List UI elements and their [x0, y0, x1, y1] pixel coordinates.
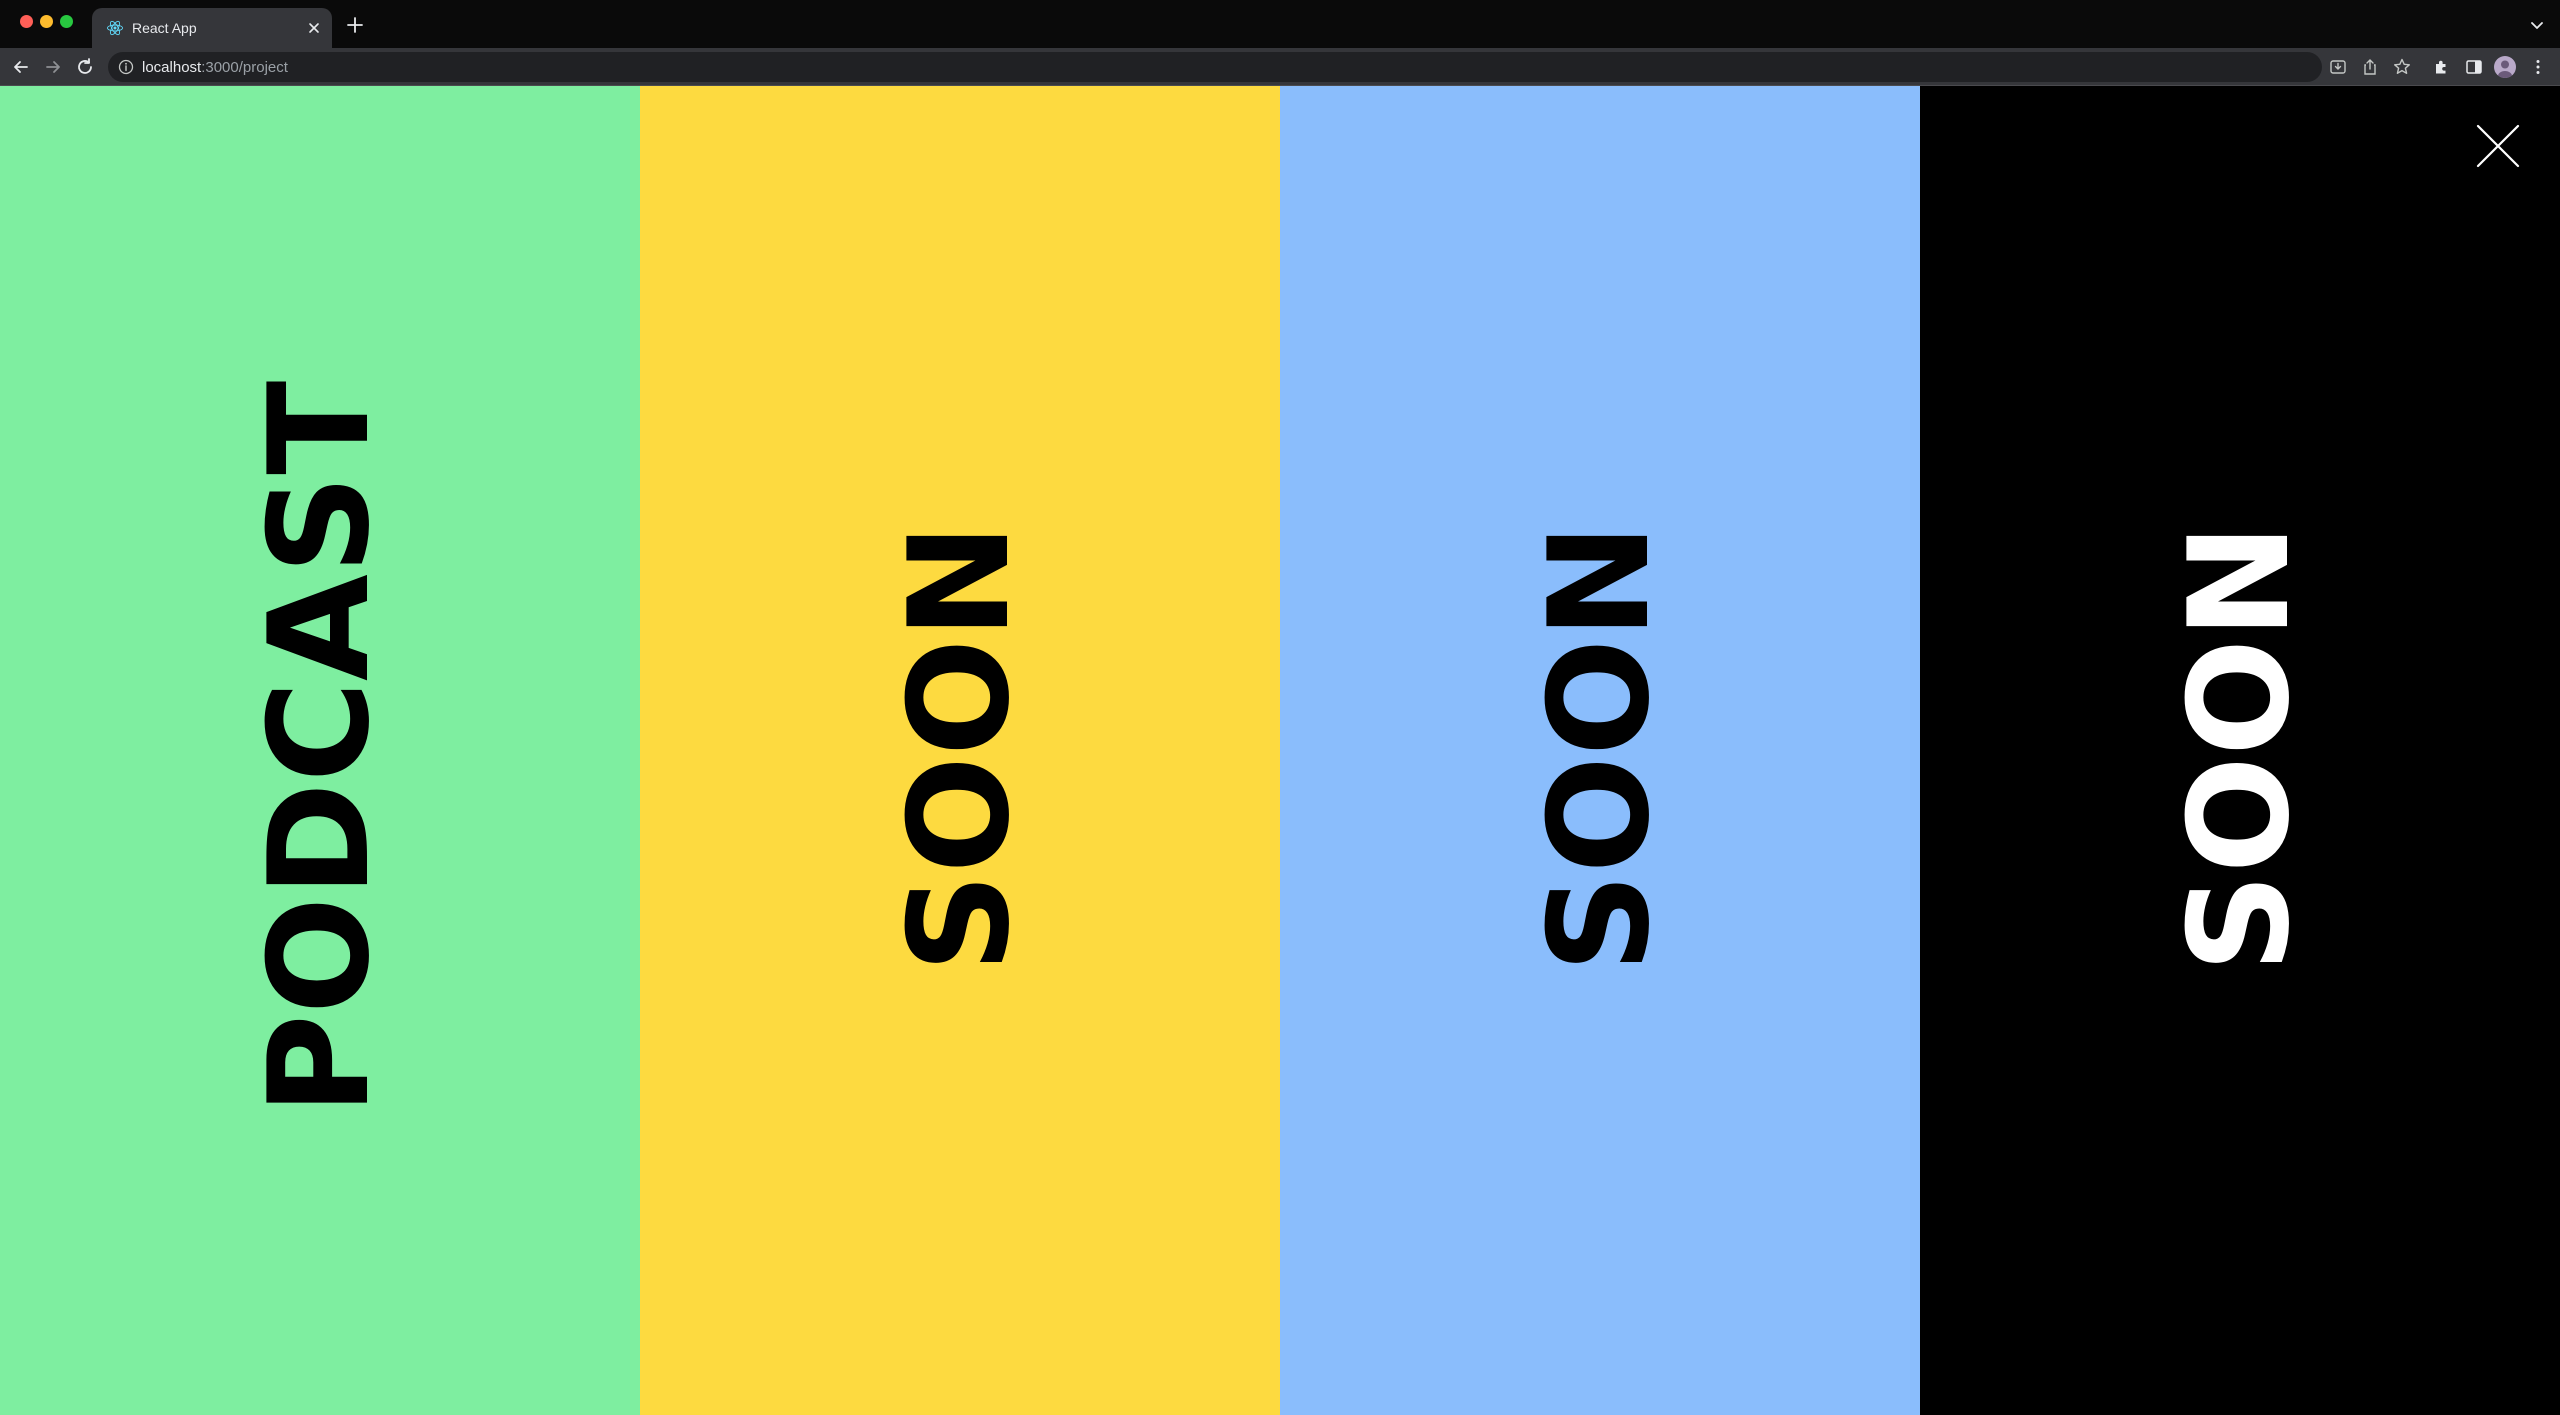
project-panel-podcast[interactable]: PODCAST [0, 86, 640, 1415]
share-icon[interactable] [2360, 57, 2380, 77]
forward-arrow-icon[interactable] [42, 56, 64, 78]
tab-title: React App [132, 20, 197, 36]
side-panel-icon[interactable] [2464, 57, 2484, 77]
project-panel-soon-3[interactable]: SOON [1920, 86, 2560, 1415]
window-minimize-button[interactable] [40, 15, 53, 28]
reload-icon[interactable] [74, 56, 96, 78]
tab-close-icon[interactable] [304, 18, 324, 38]
extensions-icon[interactable] [2432, 57, 2452, 77]
info-icon[interactable] [118, 59, 134, 75]
url-host: localhost [142, 59, 202, 76]
url-path: :3000/project [201, 59, 288, 76]
kebab-menu-icon[interactable] [2528, 57, 2548, 77]
browser-tab[interactable]: React App [92, 8, 332, 48]
react-favicon-icon [107, 20, 123, 36]
install-icon[interactable] [2328, 57, 2348, 77]
avatar[interactable] [2494, 56, 2516, 78]
panel-label: SOON [879, 523, 1040, 973]
chevron-down-icon[interactable] [2526, 14, 2548, 36]
window-zoom-button[interactable] [60, 15, 73, 28]
browser-titlebar: React App [0, 0, 2560, 48]
panel-label: PODCAST [239, 380, 400, 1116]
panel-label: SOON [1519, 523, 1680, 973]
browser-toolbar: localhost:3000/project [0, 48, 2560, 86]
back-arrow-icon[interactable] [10, 56, 32, 78]
window-close-button[interactable] [20, 15, 33, 28]
close-icon[interactable] [2474, 122, 2522, 170]
new-tab-plus-icon[interactable] [344, 14, 366, 36]
project-panel-soon-1[interactable]: SOON [640, 86, 1280, 1415]
project-page: PODCAST SOON SOON SOON [0, 86, 2560, 1415]
url-text[interactable]: localhost:3000/project [142, 59, 288, 76]
panel-label: SOON [2159, 523, 2320, 973]
star-icon[interactable] [2392, 57, 2412, 77]
profile-icon [2498, 60, 2512, 78]
address-bar[interactable]: localhost:3000/project [108, 52, 2322, 82]
project-panel-soon-2[interactable]: SOON [1280, 86, 1920, 1415]
